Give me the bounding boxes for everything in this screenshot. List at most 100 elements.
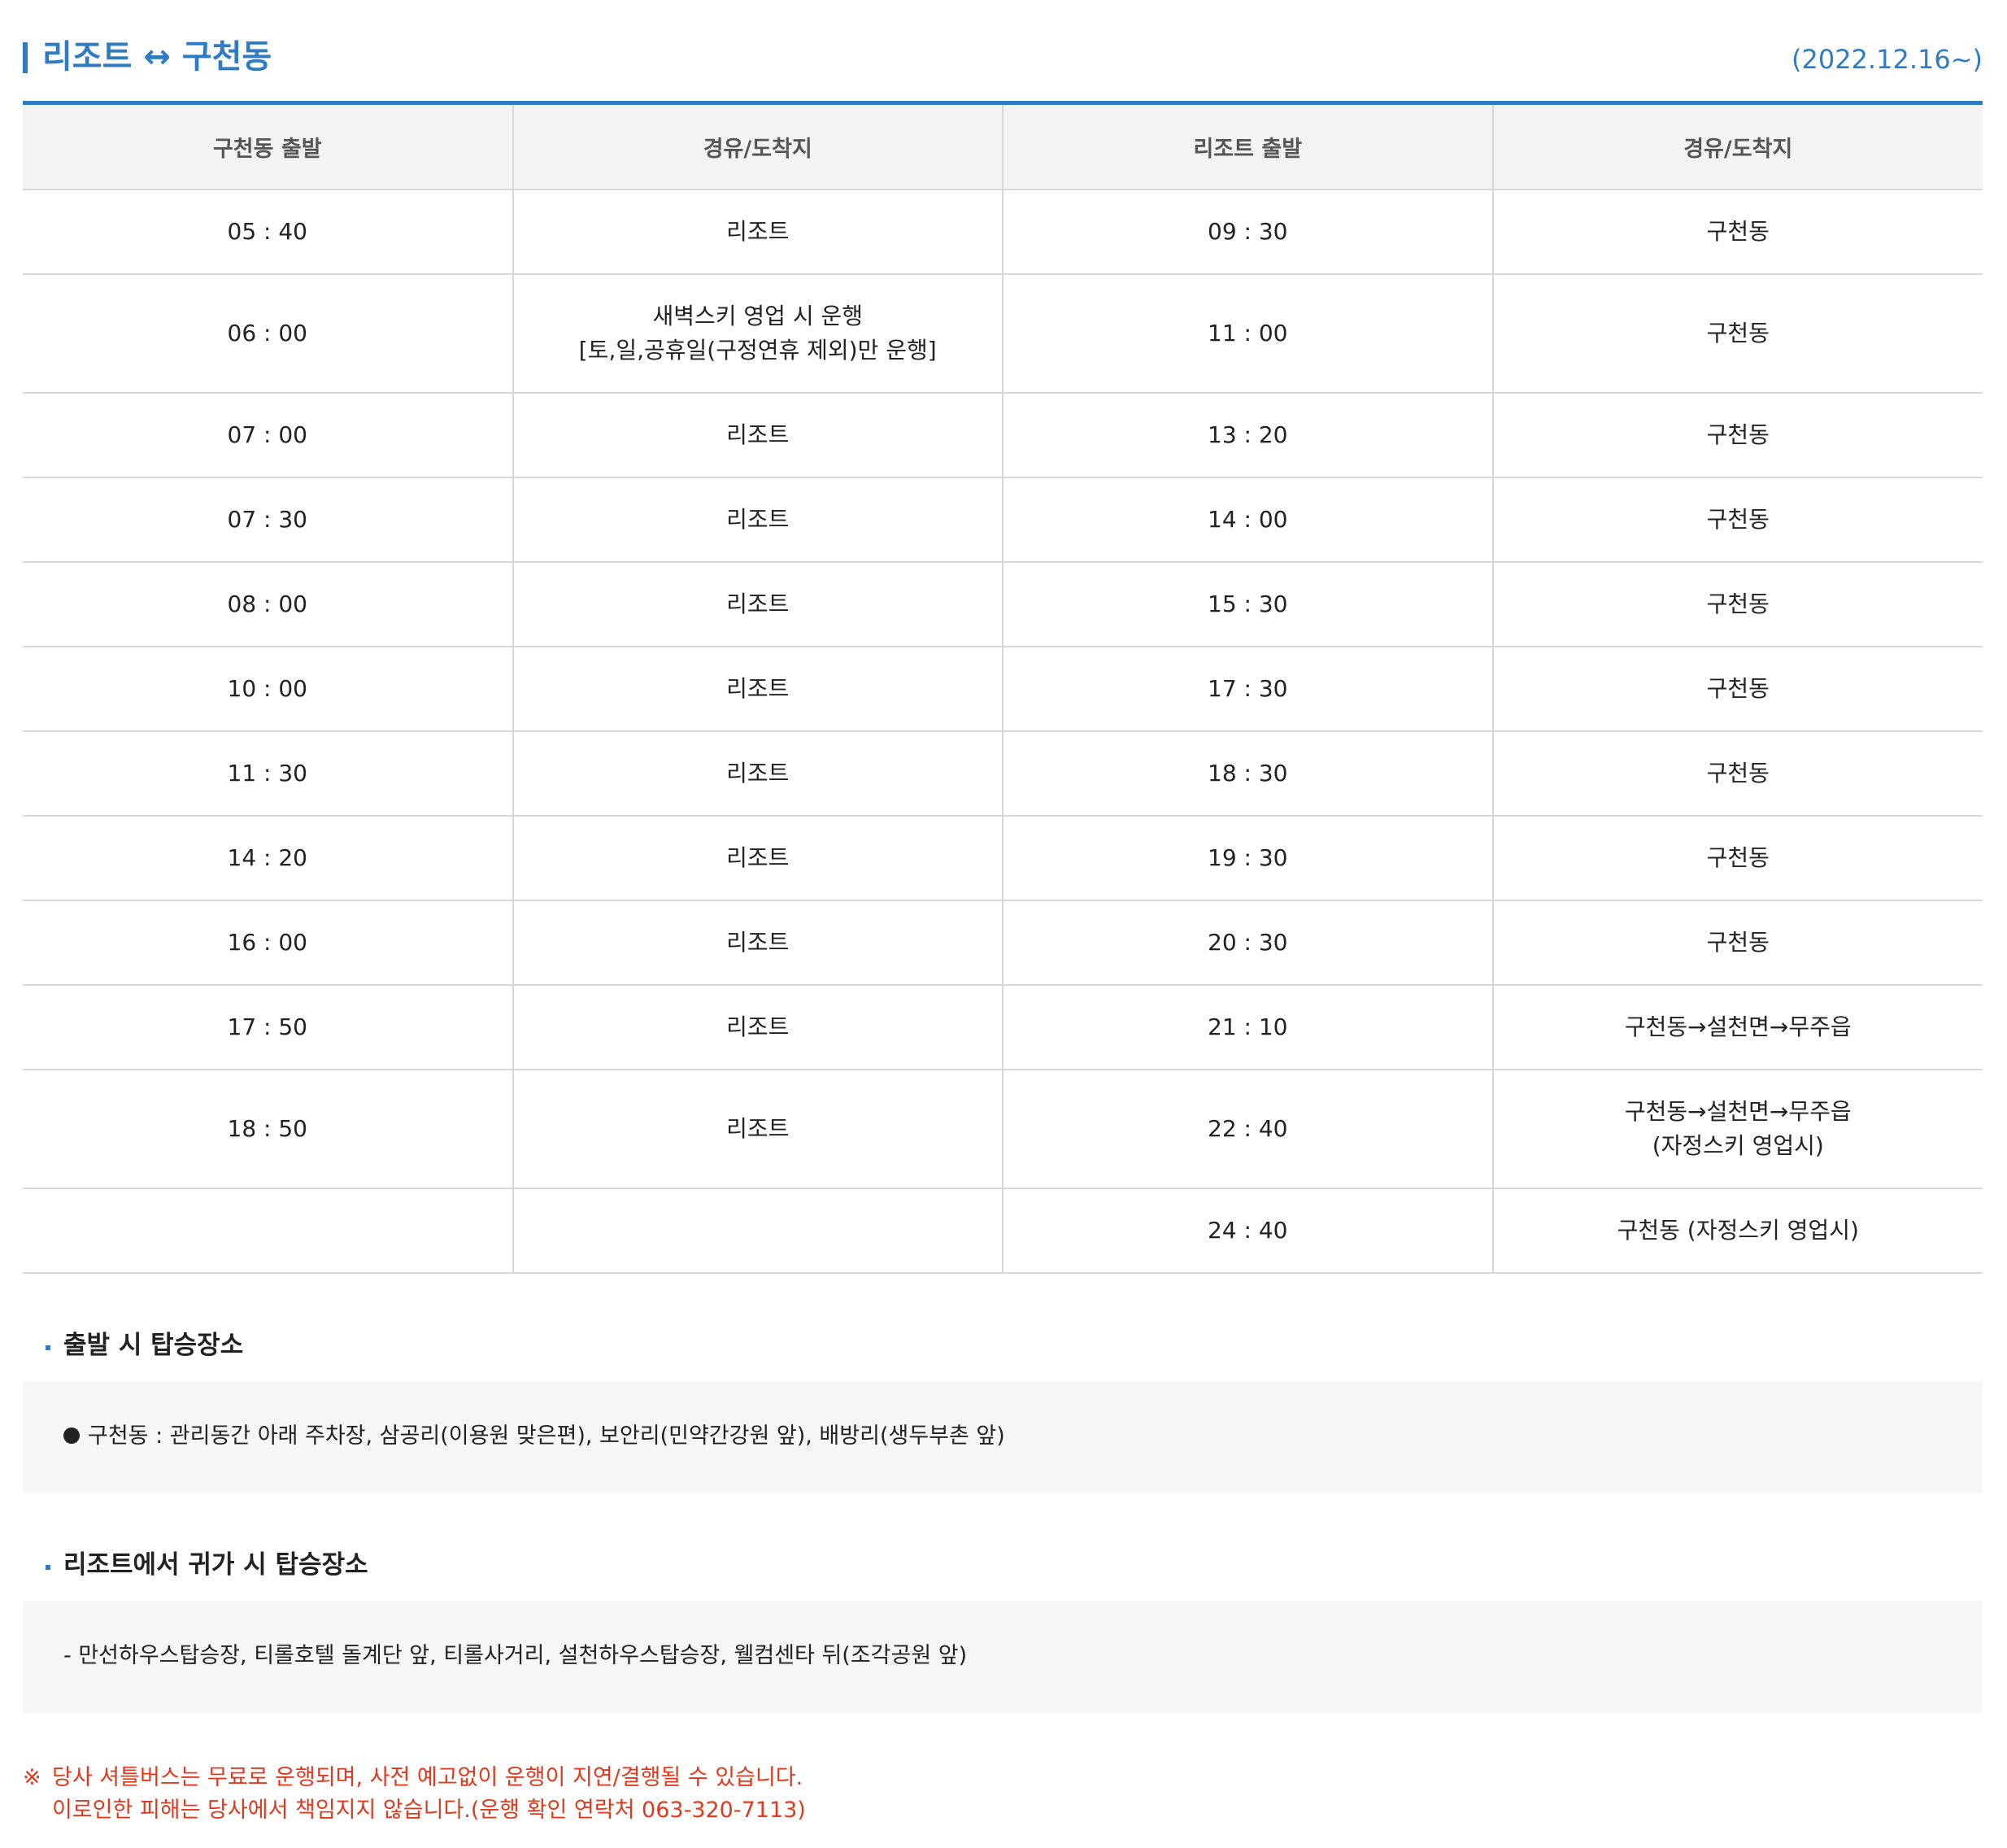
return-destination-cell-line: 구천동 (1706, 320, 1770, 346)
departure-boarding-text: 구천동 : 관리동간 아래 주차장, 삼공리(이용원 맞은편), 보안리(민약간… (63, 1420, 1005, 1453)
resort-departure-time-cell: 22 : 40 (1003, 1070, 1494, 1189)
via-destination-cell-line: 리조트 (726, 421, 790, 448)
return-destination-cell-line: 구천동 (1706, 591, 1770, 617)
via-destination-cell: 리조트 (512, 647, 1004, 732)
table-row: 11 : 30 리조트 18 : 30 구천동 (23, 731, 1983, 817)
return-boarding-box: - 만선하우스탑승장, 티롤호텔 돌계단 앞, 티롤사거리, 설천하우스탑승장,… (23, 1601, 1983, 1713)
via-destination-cell-line: 리조트 (726, 929, 790, 956)
column-header: 경유/도착지 (1492, 102, 1983, 190)
via-destination-cell: 리조트 (512, 900, 1004, 986)
title-accent-bar (23, 42, 28, 73)
via-destination-cell-line: 리조트 (726, 844, 790, 871)
table-row: 07 : 30 리조트 14 : 00 구천동 (23, 477, 1983, 563)
return-destination-cell: 구천동 (1492, 731, 1983, 817)
departure-time-cell: 08 : 00 (23, 562, 514, 647)
via-destination-cell-line: 리조트 (726, 675, 790, 702)
via-destination-cell: 리조트 (512, 190, 1004, 275)
table-row: 17 : 50 리조트 21 : 10 구천동→설천면→무주읍 (23, 985, 1983, 1070)
table-row: 10 : 00 리조트 17 : 30 구천동 (23, 647, 1983, 732)
return-destination-cell: 구천동→설천면→무주읍 (자정스키 영업시) (1492, 1070, 1983, 1189)
via-destination-cell: 리조트 (512, 1070, 1004, 1189)
departure-time-cell: 05 : 40 (23, 190, 514, 275)
return-destination-cell-line: 구천동 (1706, 218, 1770, 245)
return-destination-cell-line: 구천동 (1706, 760, 1770, 787)
section-title: 출발 시 탑승장소 (63, 1331, 244, 1360)
resort-departure-time-cell: 19 : 30 (1003, 816, 1494, 901)
resort-departure-time-cell: 09 : 30 (1003, 190, 1494, 275)
return-destination-cell: 구천동 (1492, 900, 1983, 986)
column-header: 경유/도착지 (512, 102, 1004, 190)
section-title: 리조트에서 귀가 시 탑승장소 (63, 1550, 368, 1580)
via-destination-cell: 새벽스키 영업 시 운행 [토,일,공휴일(구정연휴 제외)만 운행] (512, 274, 1004, 394)
via-destination-cell-line: [토,일,공휴일(구정연휴 제외)만 운행] (578, 337, 937, 364)
departure-time-cell: 07 : 30 (23, 477, 514, 563)
via-destination-cell: 리조트 (512, 477, 1004, 563)
schedule-table: 구천동 출발 경유/도착지 리조트 출발 경유/도착지 05 : 40 리조트 09… (23, 101, 1983, 1274)
notice-line-2: 이로인한 피해는 당사에서 책임지지 않습니다.(운행 확인 연락처 063-3… (52, 1798, 806, 1823)
return-destination-cell-line: (자정스키 영업시) (1652, 1132, 1824, 1159)
return-destination-cell-line: 구천동 (1706, 844, 1770, 871)
via-destination-cell: 리조트 (512, 731, 1004, 817)
departure-time-cell: 10 : 00 (23, 647, 514, 732)
return-destination-cell-line: 구천동 (자정스키 영업시) (1617, 1217, 1859, 1244)
resort-departure-time-cell: 18 : 30 (1003, 731, 1494, 817)
table-row: 05 : 40 리조트 09 : 30 구천동 (23, 190, 1983, 275)
table-row: 24 : 40 구천동 (자정스키 영업시) (23, 1188, 1983, 1274)
return-destination-cell: 구천동 (1492, 477, 1983, 563)
departure-time-cell: 16 : 00 (23, 900, 514, 986)
resort-departure-time-cell: 17 : 30 (1003, 647, 1494, 732)
departure-time-cell: 18 : 50 (23, 1070, 514, 1189)
departure-time-cell: 07 : 00 (23, 393, 514, 478)
resort-departure-time-cell: 20 : 30 (1003, 900, 1494, 986)
return-destination-cell: 구천동 (1492, 190, 1983, 275)
table-row: 06 : 00 새벽스키 영업 시 운행 [토,일,공휴일(구정연휴 제외)만 운행… (23, 274, 1983, 394)
shuttle-schedule: 리조트 ↔ 구천동 (2022.12.16~) 구천동 출발 경유/도착지 리조… (23, 0, 1983, 1827)
column-header: 리조트 출발 (1003, 102, 1494, 190)
section-bullet-icon (46, 1565, 50, 1570)
departure-time-cell: 11 : 30 (23, 731, 514, 817)
return-destination-cell-line: 구천동 (1706, 929, 1770, 956)
departure-time-cell: 17 : 50 (23, 985, 514, 1070)
departure-time-cell: 14 : 20 (23, 816, 514, 901)
return-destination-cell-line: 구천동→설천면→무주읍 (1624, 1098, 1852, 1125)
return-destination-cell: 구천동 (1492, 562, 1983, 647)
reference-mark-icon: ※ (23, 1765, 41, 1790)
via-destination-cell-line: 리조트 (726, 1013, 790, 1040)
via-destination-cell-line: 리조트 (726, 506, 790, 533)
return-destination-cell: 구천동 (1492, 647, 1983, 732)
effective-date: (2022.12.16~) (1791, 44, 1983, 75)
return-destination-cell: 구천동 (1492, 274, 1983, 394)
via-destination-cell-line: 리조트 (726, 760, 790, 787)
return-destination-cell-line: 구천동 (1706, 506, 1770, 533)
notice-text-1: 당사 셔틀버스는 무료로 운행되며, 사전 예고없이 운행이 지연/결행될 수 … (52, 1765, 803, 1790)
resort-departure-time-cell: 15 : 30 (1003, 562, 1494, 647)
table-row: 07 : 00 리조트 13 : 20 구천동 (23, 393, 1983, 478)
departure-boarding-heading: 출발 시 탑승장소 (23, 1329, 1983, 1362)
departure-time-cell: 06 : 00 (23, 274, 514, 394)
filled-circle-icon (63, 1427, 80, 1444)
via-destination-cell-line: 새벽스키 영업 시 운행 (652, 303, 864, 329)
resort-departure-time-cell: 21 : 10 (1003, 985, 1494, 1070)
via-destination-cell-line: 리조트 (726, 591, 790, 617)
page-title: 리조트 ↔ 구천동 (42, 38, 272, 76)
schedule-body: 05 : 40 리조트 09 : 30 구천동 06 : 00 새벽스키 영업 시 운행 [… (23, 190, 1983, 1274)
table-row: 18 : 50 리조트 22 : 40 구천동→설천면→무주읍 (자정스키 영업시) (23, 1070, 1983, 1189)
table-row: 08 : 00 리조트 15 : 30 구천동 (23, 562, 1983, 647)
table-row: 16 : 00 리조트 20 : 30 구천동 (23, 900, 1983, 986)
resort-departure-time-cell: 14 : 00 (1003, 477, 1494, 563)
return-destination-cell-line: 구천동→설천면→무주읍 (1624, 1013, 1852, 1040)
return-destination-cell-line: 구천동 (1706, 421, 1770, 448)
via-destination-cell (512, 1188, 1004, 1274)
resort-departure-time-cell: 13 : 20 (1003, 393, 1494, 478)
notice: ※ 당사 셔틀버스는 무료로 운행되며, 사전 예고없이 운행이 지연/결행될 수… (23, 1762, 1983, 1827)
via-destination-cell: 리조트 (512, 816, 1004, 901)
return-destination-cell: 구천동 (1492, 816, 1983, 901)
departure-time-cell (23, 1188, 514, 1274)
table-row: 14 : 20 리조트 19 : 30 구천동 (23, 816, 1983, 901)
return-destination-cell: 구천동 (자정스키 영업시) (1492, 1188, 1983, 1274)
return-destination-cell: 구천동 (1492, 393, 1983, 478)
via-destination-cell: 리조트 (512, 562, 1004, 647)
via-destination-cell: 리조트 (512, 393, 1004, 478)
notice-line-1: ※ 당사 셔틀버스는 무료로 운행되며, 사전 예고없이 운행이 지연/결행될 수… (23, 1762, 1983, 1794)
section-bullet-icon (46, 1345, 50, 1350)
